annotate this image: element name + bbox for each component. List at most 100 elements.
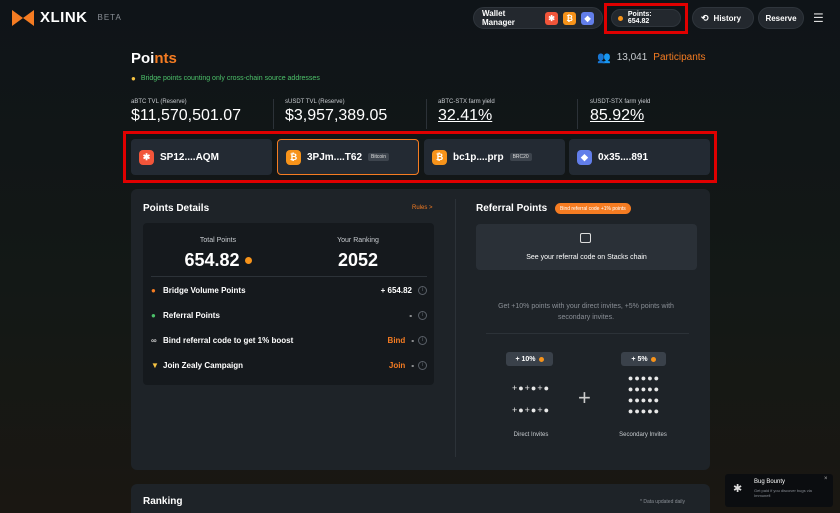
direct-bonus-badge: + 10% xyxy=(506,352,553,366)
ranking-panel xyxy=(131,484,710,513)
notice-text: ● Bridge points counting only cross-chai… xyxy=(131,74,320,83)
secondary-bonus-label: + 5% xyxy=(631,355,648,363)
stat-divider xyxy=(273,99,274,129)
search-icon: ● xyxy=(151,285,156,295)
points-button[interactable]: Points: 654.82 xyxy=(611,9,681,27)
stat-value: $11,570,501.07 xyxy=(131,107,242,124)
stat-label: sUSDT TVL (Reserve) xyxy=(285,99,345,105)
xlink-logo-icon xyxy=(12,9,34,26)
lightbulb-icon: ● xyxy=(131,74,136,83)
wallet-manager-button[interactable]: Wallet Manager ✱ ₿ ◆ xyxy=(473,7,603,29)
reserve-button[interactable]: Reserve xyxy=(758,7,804,29)
points-icon xyxy=(538,356,544,362)
title-accent: nts xyxy=(154,50,177,67)
bind-button[interactable]: Bind xyxy=(388,336,406,345)
stat-value[interactable]: 32.41% xyxy=(438,107,495,125)
row-value: - xyxy=(411,360,414,370)
stat-divider xyxy=(577,99,578,129)
stat-susdt-tvl: sUSDT TVL (Reserve) $3,957,389.05 xyxy=(285,99,387,125)
info-icon[interactable]: i xyxy=(418,310,427,320)
divider xyxy=(486,333,689,334)
participants-label: Participants xyxy=(653,52,706,63)
history-label: History xyxy=(713,13,742,23)
trophy-icon: ▼ xyxy=(151,360,159,370)
total-points-number: 654.82 xyxy=(184,250,240,270)
stacks-icon: ✱ xyxy=(545,11,559,25)
direct-invites-caption: Direct Invites xyxy=(513,432,549,438)
stat-divider xyxy=(426,99,427,129)
address-tag: Bitcoin xyxy=(368,153,390,161)
close-icon[interactable]: × xyxy=(824,476,828,482)
stat-susdt-farm[interactable]: sUSDT-STX farm yield 85.92% xyxy=(590,99,650,125)
address-card-bitcoin[interactable]: ₿ 3PJm....T62 Bitcoin xyxy=(277,139,419,175)
wallet-manager-label: Wallet Manager xyxy=(482,9,515,27)
bug-bounty-title: Bug Bounty xyxy=(754,479,786,485)
data-updated-note: * Data updated daily xyxy=(640,499,686,505)
row-referral-points: ● Referral Points - i xyxy=(151,308,427,322)
ethereum-icon: ◆ xyxy=(577,149,592,165)
direct-bonus-label: + 10% xyxy=(515,355,536,363)
row-zealy: ▼ Join Zealy Campaign Join - i xyxy=(151,358,427,372)
page-title: Points xyxy=(131,50,177,67)
rules-link[interactable]: Rules > xyxy=(412,205,433,211)
ranking-heading: Ranking xyxy=(143,496,183,507)
info-icon[interactable]: i xyxy=(418,285,427,295)
stacks-icon: ✱ xyxy=(139,149,154,165)
bug-icon: ✱ xyxy=(733,483,743,495)
stat-abtc-farm[interactable]: aBTC-STX farm yield 32.41% xyxy=(438,99,495,125)
row-bind-referral: ∞ Bind referral code to get 1% boost Bin… xyxy=(151,333,427,347)
participants-number: 13,041 xyxy=(616,52,648,63)
address-card-brc20[interactable]: ₿ bc1p....prp BRC20 xyxy=(424,139,565,175)
row-label: Join Zealy Campaign xyxy=(163,360,244,370)
secondary-invites-icon: ●●●●● ●●●●● ●●●●● ●●●●● xyxy=(627,373,661,416)
address-card-ethereum[interactable]: ◆ 0x35....891 xyxy=(569,139,710,175)
address-card-stacks[interactable]: ✱ SP12....AQM xyxy=(131,139,272,175)
brand-name: XLINK xyxy=(40,9,88,26)
plus-icon: + xyxy=(578,385,591,410)
stat-label: aBTC TVL (Reserve) xyxy=(131,99,187,105)
menu-icon[interactable]: ☰ xyxy=(813,11,824,25)
history-button[interactable]: ⟲ History xyxy=(692,7,754,29)
referral-card-text: See your referral code on Stacks chain xyxy=(526,254,647,261)
row-value: - xyxy=(411,335,414,345)
referral-code-card[interactable] xyxy=(476,224,697,270)
ranking-label: Your Ranking xyxy=(337,237,379,244)
bug-bounty-subtitle: Get paid if you discover bugs via Immune… xyxy=(754,488,812,498)
stat-abtc-tvl: aBTC TVL (Reserve) $11,570,501.07 xyxy=(131,99,241,125)
referral-badge[interactable]: Bind referral code +1% points xyxy=(555,203,631,214)
info-icon[interactable]: i xyxy=(418,335,427,345)
bitcoin-icon: ₿ xyxy=(563,11,577,25)
row-label: Bind referral code to get 1% boost xyxy=(163,335,294,345)
points-label: Points: 654.82 xyxy=(627,11,652,25)
brand-logo[interactable]: XLINK BETA xyxy=(12,9,122,26)
secondary-bonus-badge: + 5% xyxy=(621,352,666,366)
row-label: Referral Points xyxy=(163,310,220,320)
beta-label: BETA xyxy=(97,13,122,22)
wallet-icon xyxy=(580,233,591,243)
divider xyxy=(151,276,427,277)
points-icon xyxy=(618,15,623,21)
address-tag: BRC20 xyxy=(509,153,532,161)
row-value: - xyxy=(409,310,412,320)
row-value: + 654.82 xyxy=(380,285,412,295)
stat-value[interactable]: 85.92% xyxy=(590,107,650,125)
info-icon[interactable]: i xyxy=(418,360,427,370)
bitcoin-icon: ₿ xyxy=(286,149,301,165)
address-label: 0x35....891 xyxy=(598,151,649,163)
points-details-heading: Points Details xyxy=(143,203,210,214)
referral-heading: Referral Points xyxy=(476,203,548,214)
participants-count: 👥 13,041 Participants xyxy=(597,51,706,64)
stat-label: aBTC-STX farm yield xyxy=(438,99,495,105)
stat-value: $3,957,389.05 xyxy=(285,107,388,124)
row-bridge-volume: ● Bridge Volume Points + 654.82 i xyxy=(151,283,427,297)
referral-icon: ● xyxy=(151,310,156,320)
history-icon: ⟲ xyxy=(701,12,709,23)
stat-label: sUSDT-STX farm yield xyxy=(590,99,651,105)
join-button[interactable]: Join xyxy=(389,361,405,370)
points-icon xyxy=(650,356,656,362)
total-points-value: 654.82 xyxy=(143,250,293,271)
bitcoin-icon: ₿ xyxy=(432,149,447,165)
direct-invites-icon: +●+●+● +●+●+● xyxy=(511,383,551,415)
points-icon xyxy=(244,257,252,264)
notice-label: Bridge points counting only cross-chain … xyxy=(140,75,320,82)
